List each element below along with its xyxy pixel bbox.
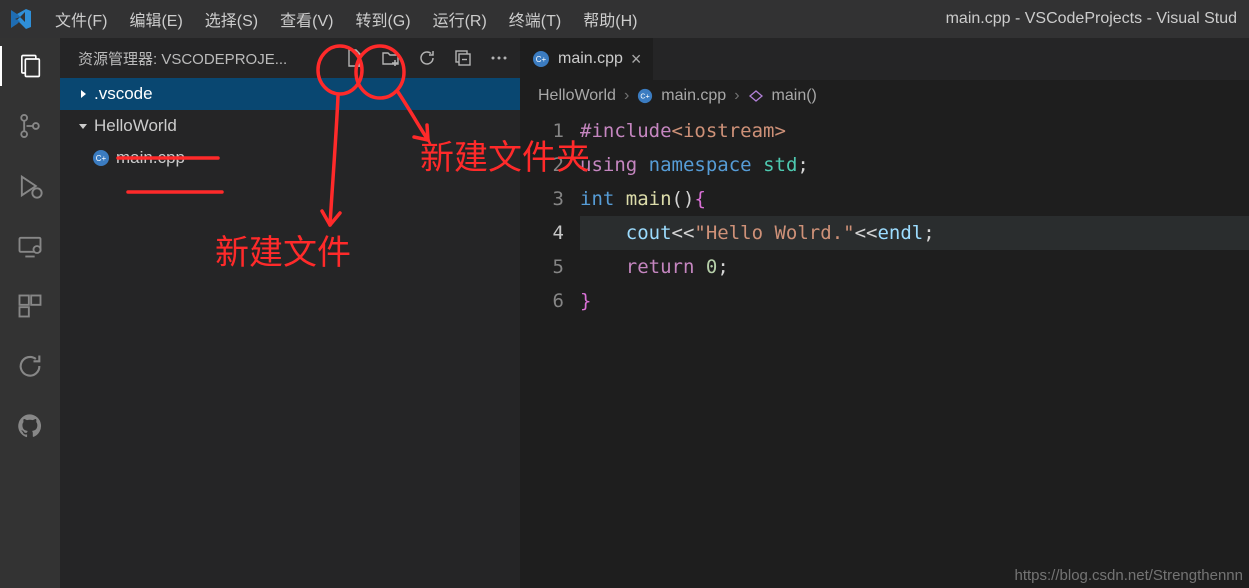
code-line[interactable]: return 0;	[580, 250, 1249, 284]
tab-label: main.cpp	[558, 50, 623, 68]
menu-edit[interactable]: 编辑(E)	[118, 7, 193, 31]
breadcrumb[interactable]: HelloWorld › C+ main.cpp › main()	[520, 80, 1249, 112]
tree-label: .vscode	[94, 84, 153, 104]
line-number: 3	[520, 182, 564, 216]
cpp-file-icon: C+	[637, 88, 653, 104]
tree-label: main.cpp	[116, 148, 185, 168]
tree-file-maincpp[interactable]: C+ main.cpp	[60, 142, 520, 174]
more-icon[interactable]	[488, 47, 510, 69]
menu-go[interactable]: 转到(G)	[344, 7, 421, 31]
chevron-right-icon	[76, 87, 94, 101]
refresh-icon[interactable]	[416, 47, 438, 69]
tree-label: HelloWorld	[94, 116, 177, 136]
line-number: 5	[520, 250, 564, 284]
github-icon[interactable]	[14, 410, 46, 442]
tab-close-icon[interactable]: ×	[631, 49, 642, 70]
cpp-file-icon: C+	[92, 149, 110, 167]
code-line[interactable]: }	[580, 284, 1249, 318]
line-number: 4	[520, 216, 564, 250]
breadcrumb-seg[interactable]: HelloWorld	[538, 87, 616, 105]
code-line[interactable]: #include<iostream>	[580, 114, 1249, 148]
line-number: 6	[520, 284, 564, 318]
svg-text:C+: C+	[96, 154, 107, 163]
menu-select[interactable]: 选择(S)	[194, 7, 269, 31]
code-line[interactable]: cout<<"Hello Wolrd."<<endl;	[580, 216, 1249, 250]
code-editor[interactable]: 1 2 3 4 5 6 #include<iostream> using nam…	[520, 112, 1249, 588]
line-number: 1	[520, 114, 564, 148]
new-file-icon[interactable]	[344, 47, 366, 69]
code-lines[interactable]: #include<iostream> using namespace std; …	[580, 114, 1249, 588]
chevron-down-icon	[76, 119, 94, 133]
breadcrumb-seg[interactable]: main.cpp	[661, 87, 726, 105]
source-control-icon[interactable]	[14, 110, 46, 142]
sidebar-header: 资源管理器: VSCODEPROJE...	[60, 38, 520, 78]
file-tree: .vscode HelloWorld C+ main.cpp	[60, 78, 520, 588]
collapse-all-icon[interactable]	[452, 47, 474, 69]
svg-text:C+: C+	[536, 55, 547, 64]
menu-view[interactable]: 查看(V)	[269, 7, 344, 31]
activity-bar	[0, 38, 60, 588]
menu-help[interactable]: 帮助(H)	[572, 7, 648, 31]
code-line[interactable]: using namespace std;	[580, 148, 1249, 182]
cpp-file-icon: C+	[532, 50, 550, 68]
remote-icon[interactable]	[14, 230, 46, 262]
title-bar: 文件(F) 编辑(E) 选择(S) 查看(V) 转到(G) 运行(R) 终端(T…	[0, 0, 1249, 38]
tab-maincpp[interactable]: C+ main.cpp ×	[520, 38, 654, 80]
line-gutter: 1 2 3 4 5 6	[520, 114, 580, 588]
menu-terminal[interactable]: 终端(T)	[498, 7, 572, 31]
watermark: https://blog.csdn.net/Strengthennn	[1015, 567, 1244, 584]
tree-folder-vscode[interactable]: .vscode	[60, 78, 520, 110]
new-folder-icon[interactable]	[380, 47, 402, 69]
window-title: main.cpp - VSCodeProjects - Visual Stud	[946, 10, 1241, 28]
symbol-function-icon	[748, 88, 764, 104]
explorer-icon[interactable]	[14, 50, 46, 82]
editor-area: C+ main.cpp × HelloWorld › C+ main.cpp ›…	[520, 38, 1249, 588]
tab-bar: C+ main.cpp ×	[520, 38, 1249, 80]
explorer-sidebar: 资源管理器: VSCODEPROJE...	[60, 38, 520, 588]
chevron-right-icon: ›	[624, 87, 629, 105]
line-number: 2	[520, 148, 564, 182]
menu-file[interactable]: 文件(F)	[44, 7, 118, 31]
sidebar-title: 资源管理器: VSCODEPROJE...	[78, 48, 287, 69]
code-line[interactable]: int main(){	[580, 182, 1249, 216]
back-icon[interactable]	[14, 350, 46, 382]
chevron-right-icon: ›	[734, 87, 739, 105]
extensions-icon[interactable]	[14, 290, 46, 322]
vscode-logo-icon	[8, 6, 34, 32]
breadcrumb-seg[interactable]: main()	[772, 87, 817, 105]
svg-text:C+: C+	[641, 93, 650, 101]
menu-run[interactable]: 运行(R)	[422, 7, 498, 31]
run-debug-icon[interactable]	[14, 170, 46, 202]
tree-folder-helloworld[interactable]: HelloWorld	[60, 110, 520, 142]
